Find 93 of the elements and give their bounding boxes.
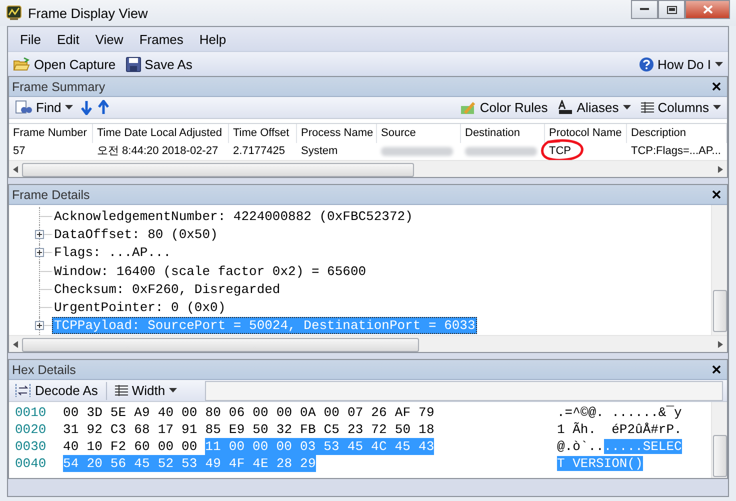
menu-item[interactable]: Edit [48,32,88,46]
minimize-button[interactable] [631,0,658,19]
color-rules-button[interactable]: Color Rules [458,99,550,116]
column-header[interactable]: Frame Number [9,124,93,143]
column-header[interactable]: Process Name [297,124,377,143]
column-header[interactable]: Time Offset [229,124,297,143]
table-cell: 57 [13,145,26,157]
arrow-up-icon[interactable] [98,100,110,115]
how-do-i-button[interactable]: How Do I [636,56,725,72]
binoculars-icon [15,100,32,115]
columns-button[interactable]: Columns [638,99,723,116]
close-icon[interactable] [712,190,721,199]
hex-bytes: 54 20 56 45 52 53 49 4F 4E 28 29 [63,455,316,472]
menu-item[interactable]: File [12,32,49,46]
find-button[interactable]: Find [13,99,76,116]
expand-icon[interactable] [35,248,52,258]
maximize-button[interactable] [658,0,685,19]
pane-title: Frame Details [12,188,90,202]
scroll-left-icon[interactable] [13,340,18,348]
column-header[interactable]: Protocol Name [545,124,627,143]
tree-item[interactable]: Window: 16400 (scale factor 0x2) = 65600 [52,262,368,280]
caret-icon [65,105,74,110]
offset-label: 0020 [15,421,48,438]
caret-icon [715,62,723,66]
scroll-right-icon[interactable] [718,340,723,348]
open-capture-button[interactable]: Open Capture [11,56,118,72]
horizontal-scrollbar[interactable] [9,160,727,177]
table-cell: TCP [549,143,571,160]
input-field[interactable] [205,380,723,400]
tree-item[interactable]: Checksum: 0xF260, Disregarded [52,280,282,298]
caret-icon [713,105,721,110]
pane-title: Hex Details [12,362,76,376]
tree-item[interactable]: Flags: ...AP... [52,244,174,262]
offset-label: 0010 [15,404,48,421]
tree-item[interactable]: DataOffset: 80 (0x50) [52,226,220,243]
offset-label: 0030 [15,438,48,455]
menu-item[interactable]: Help [191,32,234,46]
caret-icon [622,105,631,110]
close-icon[interactable] [712,365,721,374]
minimize-icon [640,8,649,11]
columns-icon [114,385,128,396]
pane-title: Frame Summary [12,80,106,94]
table-cell: 오전 8:44:20 2018-02-27 [97,145,218,157]
column-header[interactable]: Source [377,124,461,143]
columns-icon [640,102,654,113]
hex-bytes: 11 00 00 00 03 53 45 4C 45 43 [205,438,434,455]
scroll-left-icon[interactable] [13,166,18,172]
ascii-text: @.ò`.. [557,439,604,454]
help-icon [638,56,654,72]
decode-as-button[interactable]: Decode As [13,382,100,399]
aliases-button[interactable]: Aliases [556,99,633,116]
horizontal-scrollbar[interactable] [9,335,727,352]
tree-item[interactable]: AcknowledgementNumber: 4224000882 (0xFBC52372) [52,208,415,225]
app-icon [6,5,22,21]
blurred-text [465,146,537,156]
circle-annotation [540,139,586,160]
color-rules-icon [460,100,476,115]
table-cell: TCP:Flags=...AP... [631,145,721,157]
ascii-text: 1 Ãh. éP2ûÅ#rP. [557,422,682,437]
hex-bytes: 31 92 C3 68 17 91 85 E9 50 32 FB C5 23 72 50 18 [63,421,434,438]
ascii-text: T VERSION() [557,456,643,471]
menu-item[interactable]: View [87,32,132,46]
arrow-down-icon[interactable] [81,100,92,115]
vertical-scrollbar[interactable] [711,402,727,478]
scroll-right-icon[interactable] [718,166,723,172]
close-icon[interactable] [712,82,721,91]
hex-bytes: 00 3D 5E A9 40 00 80 06 00 00 0A 00 07 26 AF 79 [63,404,434,421]
column-header[interactable]: Time Date Local Adjusted [93,124,229,143]
folder-icon [13,56,30,72]
table-cell: 2.7177425 [233,145,285,157]
table-cell: System [301,145,338,157]
save-as-button[interactable]: Save As [124,56,194,72]
expand-icon[interactable] [35,321,52,330]
menu-item[interactable]: Frames [131,32,192,46]
table-row[interactable]: 57 오전 8:44:20 2018-02-27 2.7177425 System TCP TCP:Flags=...AP... [9,143,727,160]
aliases-icon [558,100,573,115]
blurred-text [381,146,453,156]
caret-icon [169,388,178,393]
window-title: Frame Display View [28,6,149,20]
maximize-icon [666,6,676,14]
ascii-text: .=^©@. ......&¯y [557,405,682,420]
ascii-text: .....SELEC [604,439,682,454]
close-icon [702,5,712,14]
width-button[interactable]: Width [112,382,180,399]
column-header[interactable]: Description [627,124,727,143]
expand-icon[interactable] [35,230,52,239]
decode-icon [15,383,31,398]
vertical-scrollbar[interactable] [711,205,727,335]
offset-label: 0040 [15,455,48,472]
tree-item[interactable]: UrgentPointer: 0 (0x0) [52,299,228,316]
column-header[interactable]: Destination [461,124,545,143]
hex-bytes: 40 10 F2 60 00 00 [63,438,198,455]
close-button[interactable] [685,0,730,19]
